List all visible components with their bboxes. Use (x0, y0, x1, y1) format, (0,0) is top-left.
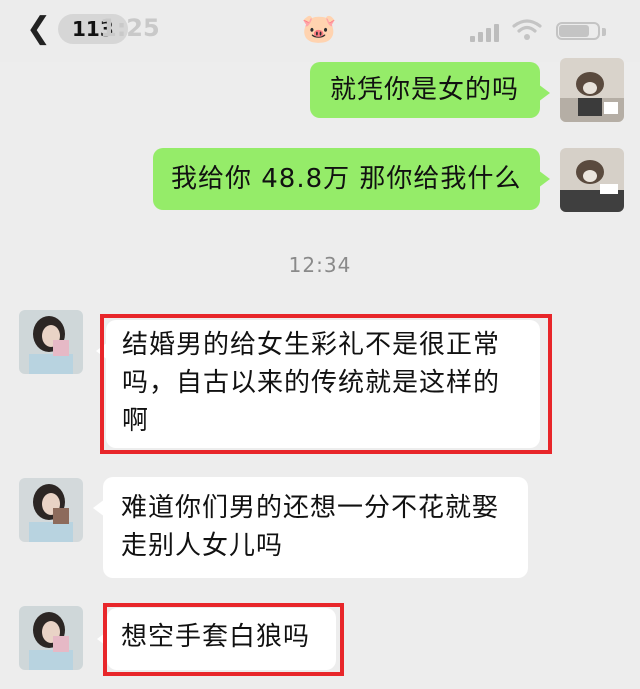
chat-timestamp: 12:34 (288, 253, 352, 277)
message-bubble-received[interactable]: 难道你们男的还想一分不花就娶 走别人女儿吗 (93, 477, 528, 578)
cellular-signal-icon (470, 22, 504, 42)
status-bar: ❮ 113 1:25 🐷 (0, 0, 640, 62)
wifi-icon (512, 19, 542, 40)
contact-avatar[interactable] (19, 310, 83, 374)
message-line: 难道你们男的还想一分不花就娶 (121, 493, 500, 523)
contact-avatar[interactable] (19, 478, 83, 542)
chevron-left-icon: ❮ (26, 11, 52, 46)
highlight-box (100, 314, 552, 454)
message-text: 我给你 48.8万 那你给我什么 (171, 164, 522, 194)
message-bubble-sent[interactable]: 就凭你是女的吗 (310, 62, 550, 118)
message-bubble-sent[interactable]: 我给你 48.8万 那你给我什么 (153, 148, 550, 210)
message-text: 就凭你是女的吗 (330, 75, 520, 105)
chat-title: 🐷 (301, 12, 337, 45)
battery-icon (556, 22, 608, 42)
my-avatar[interactable] (560, 58, 624, 122)
status-clock: 1:25 (100, 14, 160, 42)
my-avatar[interactable] (560, 148, 624, 212)
highlight-box (103, 603, 344, 676)
message-line: 走别人女儿吗 (121, 531, 284, 561)
contact-avatar[interactable] (19, 606, 83, 670)
